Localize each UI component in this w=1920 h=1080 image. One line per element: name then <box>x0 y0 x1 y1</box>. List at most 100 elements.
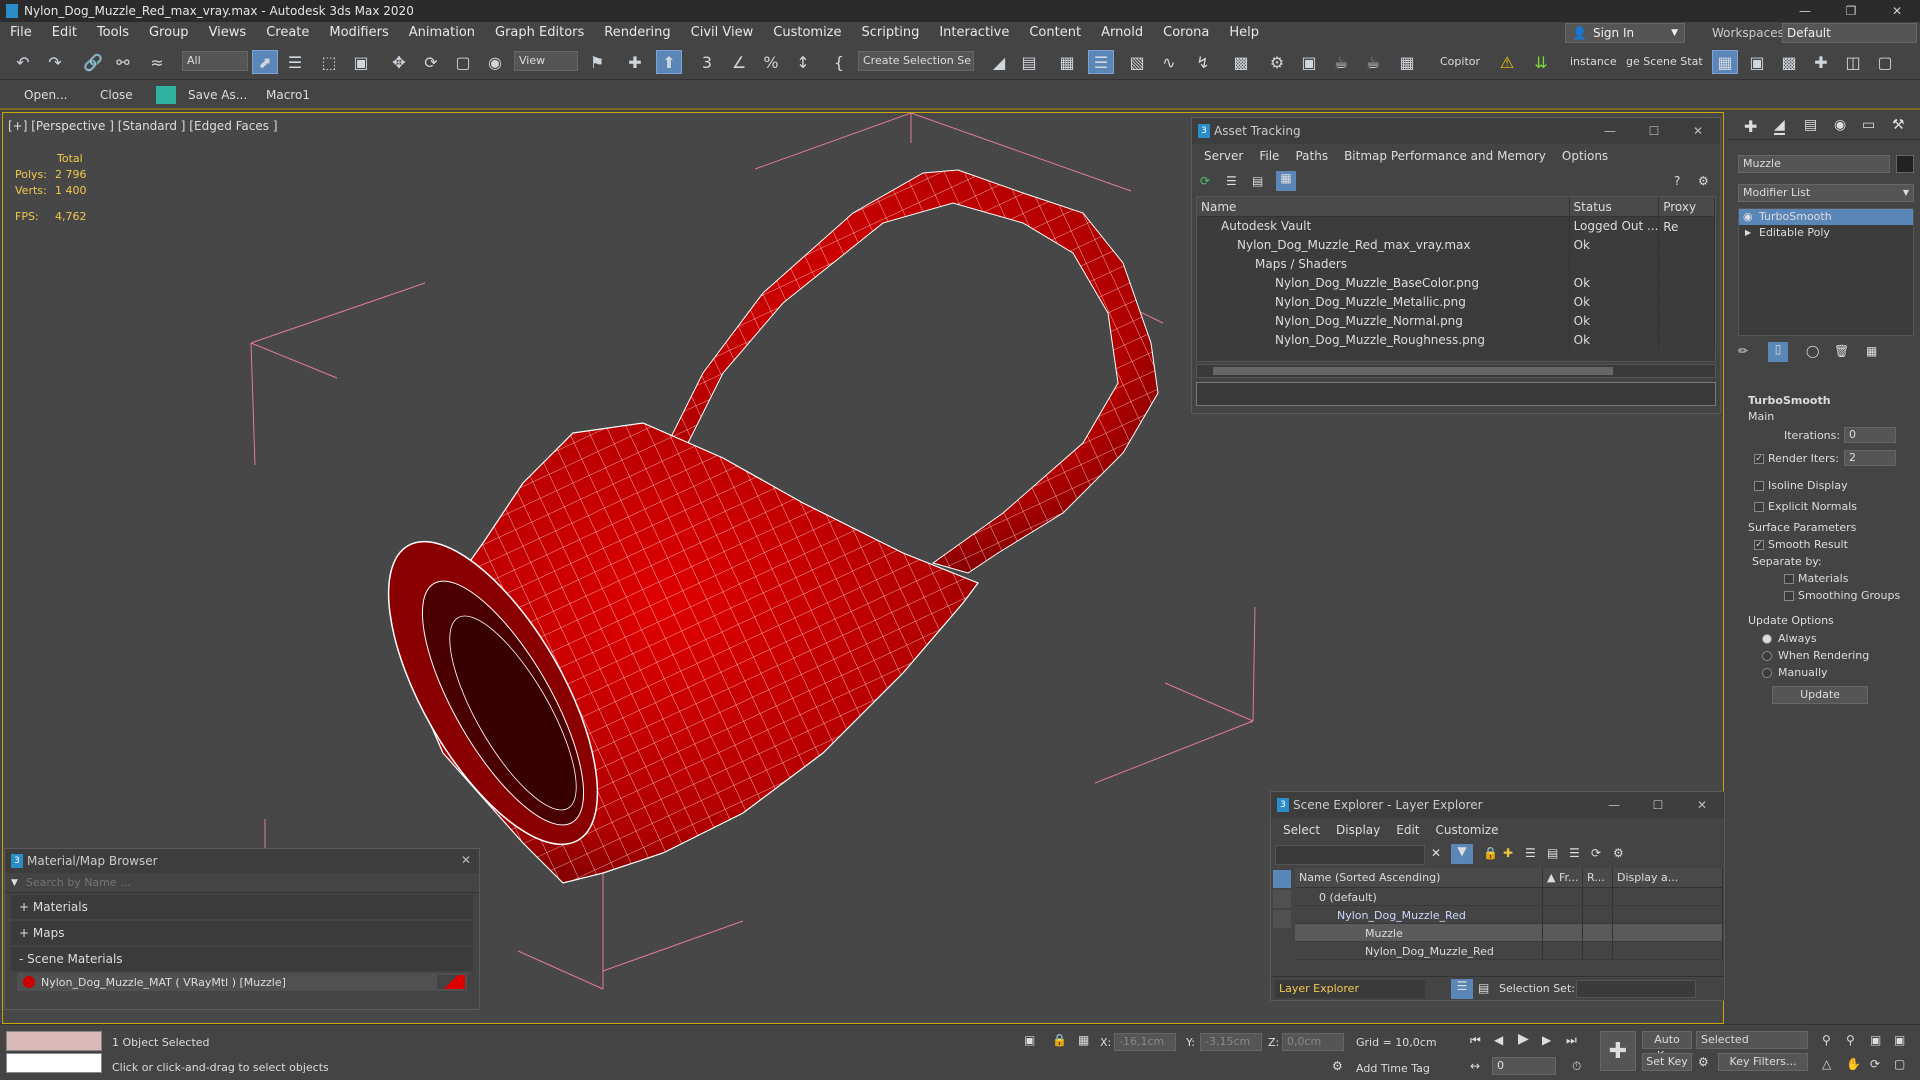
table-row[interactable]: Maps / Shaders <box>1197 255 1715 274</box>
make-unique-icon[interactable]: ◯ <box>1806 344 1819 358</box>
maxscript-listener-pink[interactable] <box>6 1031 102 1051</box>
render-grid-icon[interactable]: ▦ <box>1394 50 1420 74</box>
menu-corona[interactable]: Corona <box>1153 22 1219 44</box>
restore-icon[interactable]: ❐ <box>1828 0 1874 22</box>
pin-stack-icon[interactable]: ✏ <box>1738 344 1748 358</box>
layer-mode-icon[interactable] <box>1273 890 1291 908</box>
menu-bitmap-performance[interactable]: Bitmap Performance and Memory <box>1336 149 1554 163</box>
layer-row[interactable]: Nylon_Dog_Muzzle_Red <box>1295 906 1723 924</box>
play-icon[interactable]: ▶ <box>1518 1031 1529 1047</box>
layer-row[interactable]: 0 (default) <box>1295 888 1723 906</box>
update-button[interactable]: Update <box>1772 686 1868 704</box>
add-time-tag[interactable]: Add Time Tag <box>1356 1062 1430 1075</box>
menu-options[interactable]: Options <box>1554 149 1616 163</box>
warning-icon[interactable]: ⚠ <box>1494 50 1520 74</box>
selection-lock-icon[interactable]: 🔒 <box>1052 1033 1067 1047</box>
manually-radio[interactable]: Manually <box>1762 666 1828 679</box>
close-icon[interactable]: ✕ <box>1874 0 1920 22</box>
refresh-icon[interactable]: ⟳ <box>1200 174 1210 188</box>
smooth-result-checkbox[interactable]: ✓ Smooth Result <box>1754 538 1848 551</box>
rotate-icon[interactable]: ⟳ <box>418 50 444 74</box>
scale-icon[interactable]: ▢ <box>450 50 476 74</box>
rect-selection-icon[interactable]: ⬚ <box>316 50 342 74</box>
named-selection-icon[interactable]: { <box>826 50 852 74</box>
when-rendering-radio[interactable]: When Rendering <box>1762 649 1869 662</box>
menu-select[interactable]: Select <box>1275 823 1328 837</box>
snap-icon[interactable]: 3 <box>694 50 720 74</box>
zoom-extents-all-icon[interactable]: ▣ <box>1894 1033 1905 1047</box>
turbosmooth-rollout-header[interactable]: TurboSmooth <box>1738 394 1914 407</box>
scene-materials-group[interactable]: - Scene Materials <box>11 947 473 971</box>
menu-civil-view[interactable]: Civil View <box>681 22 764 44</box>
sign-in-button[interactable]: 👤 Sign In ▼ <box>1565 23 1685 43</box>
key-filters-icon[interactable]: ⚙ <box>1698 1055 1709 1069</box>
angle-snap-icon[interactable]: ∠ <box>726 50 752 74</box>
details-view-icon[interactable]: ▤ <box>1252 174 1263 188</box>
zoom-all-icon[interactable]: ⚲ <box>1846 1033 1855 1047</box>
object-color-swatch[interactable] <box>1896 155 1914 173</box>
explicit-normals-checkbox[interactable]: Explicit Normals <box>1754 500 1857 513</box>
iterations-spinner[interactable]: 0 <box>1844 427 1896 443</box>
time-tag-icon[interactable]: ⚙ <box>1332 1059 1343 1073</box>
col-name[interactable]: Name (Sorted Ascending) <box>1295 868 1543 887</box>
table-view-icon[interactable]: ▦ <box>1276 171 1296 191</box>
previous-frame-icon[interactable]: ◀ <box>1494 1033 1503 1047</box>
place-icon[interactable]: ◉ <box>482 50 508 74</box>
menu-edit[interactable]: Edit <box>1388 823 1427 837</box>
menu-file[interactable]: File <box>1251 149 1287 163</box>
layout-lock-icon[interactable]: ▩ <box>1776 50 1802 74</box>
remove-modifier-icon[interactable]: 🗑 <box>1834 344 1849 358</box>
keyboard-shortcut-icon[interactable]: ⬆ <box>656 50 682 74</box>
table-row[interactable]: Nylon_Dog_Muzzle_Metallic.png Ok <box>1197 293 1715 312</box>
time-config-icon[interactable]: ⏱ <box>1572 1059 1581 1074</box>
z-coordinate[interactable]: 0,0cm <box>1282 1033 1344 1051</box>
render-iters-spinner[interactable]: 2 <box>1844 450 1896 466</box>
menu-display[interactable]: Display <box>1328 823 1388 837</box>
sync-icon[interactable]: ⟳ <box>1591 846 1601 860</box>
layer-explorer-icon[interactable]: ☰ <box>1088 50 1114 74</box>
menu-modifiers[interactable]: Modifiers <box>319 22 398 44</box>
select-object-icon[interactable]: ⬈ <box>252 50 278 74</box>
utilities-tab-icon[interactable]: ⚒ <box>1892 117 1905 133</box>
layout-add-icon[interactable]: ✚ <box>1808 50 1834 74</box>
go-to-start-icon[interactable]: ⏮ <box>1470 1033 1481 1048</box>
render-icon[interactable]: ☕ <box>1328 50 1354 74</box>
eye-icon[interactable]: ◉ <box>1743 209 1753 225</box>
lock-icon[interactable]: 🔒 <box>1483 846 1498 860</box>
col-name[interactable]: Name <box>1197 197 1570 216</box>
select-manipulate-icon[interactable]: ✚ <box>622 50 648 74</box>
close-button[interactable]: Close <box>100 88 133 102</box>
set-key-icon[interactable]: ✚ <box>1600 1031 1636 1071</box>
chevron-down-icon[interactable]: ▼ <box>11 878 18 888</box>
explorer-type-dropdown[interactable]: Layer Explorer <box>1275 980 1425 998</box>
smoothing-groups-checkbox[interactable]: Smoothing Groups <box>1784 589 1900 602</box>
percent-snap-icon[interactable]: % <box>758 50 784 74</box>
scene-material-item[interactable]: Nylon_Dog_Muzzle_MAT ( VRayMtl ) [Muzzle… <box>17 973 467 991</box>
layout-grid-icon[interactable]: ▦ <box>1712 50 1738 74</box>
menu-customize[interactable]: Customize <box>1428 823 1507 837</box>
chevron-right-icon[interactable]: ▶ <box>1745 225 1751 241</box>
spinner-snap-icon[interactable]: ↕ <box>790 50 816 74</box>
isoline-checkbox[interactable]: Isoline Display <box>1754 479 1848 492</box>
materials-checkbox[interactable]: Materials <box>1784 572 1848 585</box>
unlink-icon[interactable]: ⚯ <box>110 50 136 74</box>
go-to-end-icon[interactable]: ⏭ <box>1566 1033 1577 1048</box>
maximize-icon[interactable]: ☐ <box>1636 792 1680 818</box>
menu-rendering[interactable]: Rendering <box>594 22 680 44</box>
col-render[interactable]: R... <box>1583 868 1613 887</box>
scrollbar-thumb[interactable] <box>1213 367 1613 375</box>
layers-toggle-icon[interactable]: ☰ <box>1451 979 1473 999</box>
minimize-icon[interactable]: — <box>1592 792 1636 818</box>
menu-arnold[interactable]: Arnold <box>1091 22 1153 44</box>
table-row[interactable]: Nylon_Dog_Muzzle_Roughness.png Ok <box>1197 331 1715 350</box>
isolate-icon[interactable]: ▣ <box>1024 1033 1035 1047</box>
display-tab-icon[interactable]: ▭ <box>1862 117 1875 133</box>
scene-search-input[interactable] <box>1275 845 1425 865</box>
menu-server[interactable]: Server <box>1196 149 1251 163</box>
schematic-view-icon[interactable]: ↯ <box>1190 50 1216 74</box>
minimize-icon[interactable]: — <box>1782 0 1828 22</box>
grid-icon[interactable] <box>156 86 176 104</box>
col-display[interactable]: Display a... <box>1613 868 1723 887</box>
redo-icon[interactable]: ↷ <box>42 50 68 74</box>
materials-group[interactable]: + Materials <box>11 895 473 919</box>
